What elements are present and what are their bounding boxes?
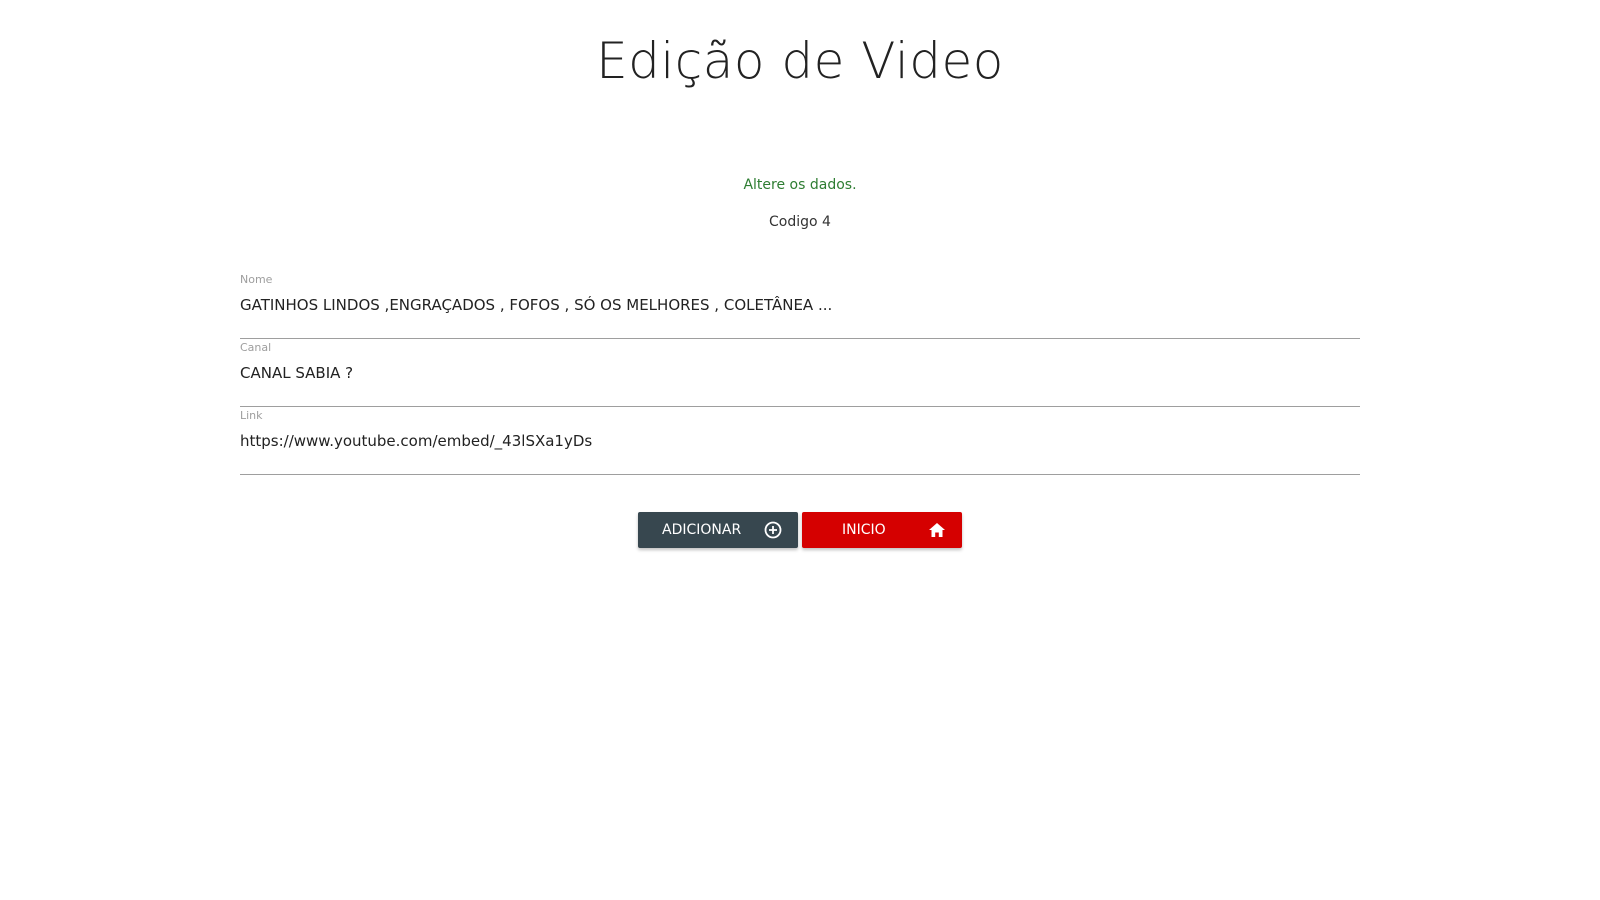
plus-circle-icon xyxy=(764,521,782,539)
channel-input[interactable] xyxy=(240,361,1360,385)
page-title: Edição de Video xyxy=(596,32,1004,90)
home-button[interactable]: INICIO xyxy=(802,512,962,548)
channel-label: Canal xyxy=(240,341,272,354)
edit-video-form: Nome Canal Link xyxy=(240,271,1360,475)
channel-field: Canal xyxy=(240,339,1360,407)
record-code: Codigo 4 xyxy=(769,214,831,230)
add-button-label: ADICIONAR xyxy=(662,522,742,538)
link-input[interactable] xyxy=(240,429,1360,453)
name-field: Nome xyxy=(240,271,1360,339)
add-button[interactable]: ADICIONAR xyxy=(638,512,798,548)
link-field: Link xyxy=(240,407,1360,475)
home-button-label: INICIO xyxy=(842,522,886,538)
name-input[interactable] xyxy=(240,293,1360,317)
action-buttons: ADICIONAR INICIO xyxy=(638,512,962,548)
home-icon xyxy=(928,521,946,539)
status-message: Altere os dados. xyxy=(743,177,857,193)
name-label: Nome xyxy=(240,273,273,286)
page: Edição de Video Altere os dados. Codigo … xyxy=(0,0,1600,900)
link-label: Link xyxy=(240,409,263,422)
